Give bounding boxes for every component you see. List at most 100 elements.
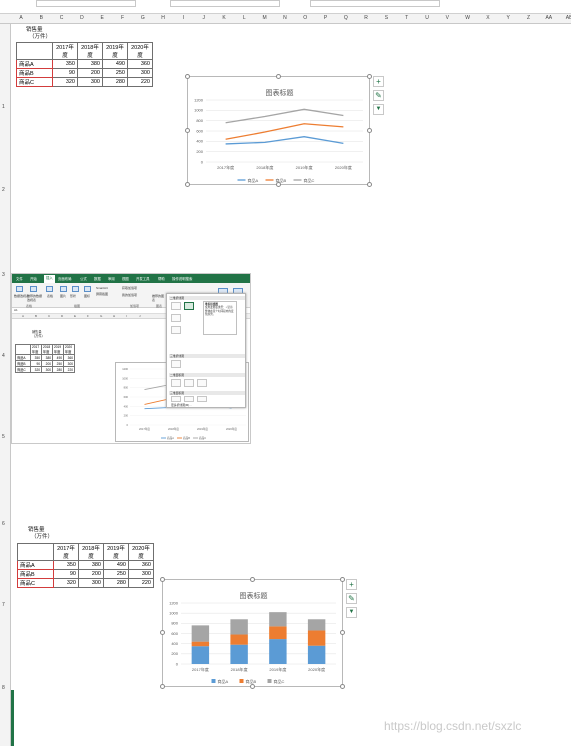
toolbar-field[interactable] bbox=[170, 0, 280, 7]
ribbon-tab[interactable]: 数据 bbox=[94, 276, 101, 281]
column-header[interactable]: 2018年度 bbox=[78, 543, 104, 561]
stacked-bar-chart-frame[interactable]: 图表标题 0 200 400 600 800 1000 1200 2017年度 2018年度 201… bbox=[162, 579, 343, 687]
column-letter[interactable]: Q bbox=[336, 15, 356, 21]
row-number[interactable]: 2 bbox=[2, 187, 5, 193]
table-cell[interactable]: 360 bbox=[128, 560, 154, 570]
shapes-icon[interactable] bbox=[72, 286, 79, 292]
resize-handle[interactable] bbox=[367, 74, 372, 79]
ribbon-tab[interactable]: 文件 bbox=[16, 276, 23, 281]
table-icon[interactable] bbox=[46, 286, 53, 292]
resize-handle[interactable] bbox=[160, 630, 165, 635]
mini-column-header-cell[interactable]: 2019年度 bbox=[52, 344, 64, 355]
row-number[interactable]: 6 bbox=[2, 521, 5, 527]
line-chart-frame[interactable]: 图表标题 0 200 400 600 800 1000 1200 2017年度 2018年度 201… bbox=[187, 76, 370, 185]
column-letter[interactable]: S bbox=[376, 15, 396, 21]
column-letter[interactable]: W bbox=[458, 15, 478, 21]
column-letter[interactable]: F bbox=[113, 15, 133, 21]
table-cell[interactable]: 90 bbox=[52, 68, 78, 78]
3d-stacked-area-option[interactable] bbox=[184, 396, 194, 402]
resize-handle[interactable] bbox=[340, 577, 345, 582]
table-corner-cell[interactable] bbox=[16, 42, 53, 60]
row-label[interactable]: 商品B bbox=[17, 569, 54, 579]
row-label[interactable]: 商品A bbox=[17, 560, 54, 570]
column-letter[interactable]: B bbox=[31, 15, 51, 21]
recommended-charts-button[interactable]: 推荐的图表 bbox=[152, 294, 166, 302]
table-cell[interactable]: 200 bbox=[78, 569, 104, 579]
table-cell[interactable]: 280 bbox=[102, 77, 128, 87]
resize-handle[interactable] bbox=[340, 684, 345, 689]
table-button[interactable]: 表格 bbox=[47, 294, 53, 298]
ribbon-tab[interactable]: 视图 bbox=[122, 276, 129, 281]
table-cell[interactable]: 380 bbox=[78, 560, 104, 570]
3d-percent-area-option[interactable] bbox=[197, 396, 207, 402]
table-cell[interactable]: 300 bbox=[128, 569, 154, 579]
screenshot-button[interactable]: 屏幕截图 bbox=[96, 292, 108, 296]
column-letter[interactable]: R bbox=[356, 15, 376, 21]
shapes-button[interactable]: 形状 bbox=[70, 294, 76, 298]
get-addins-button[interactable]: 获取加载项 bbox=[122, 286, 137, 290]
row-number[interactable]: 3 bbox=[2, 272, 5, 278]
mini-corner-cell[interactable] bbox=[15, 344, 31, 355]
chart-filter-icon[interactable]: ▼ bbox=[373, 104, 384, 115]
recommended-pivot-button[interactable]: 推荐的数据透视表 bbox=[27, 294, 44, 302]
column-header[interactable]: 2017年度 bbox=[53, 543, 79, 561]
column-letter[interactable]: J bbox=[194, 15, 214, 21]
table-cell[interactable]: 220 bbox=[128, 578, 154, 588]
mini-cell[interactable]: 320 bbox=[30, 366, 42, 373]
mini-cell[interactable]: 220 bbox=[63, 366, 75, 373]
ribbon-tab[interactable]: 操作说明搜索 bbox=[172, 276, 192, 281]
table-cell[interactable]: 250 bbox=[103, 569, 129, 579]
column-letter[interactable]: M bbox=[255, 15, 275, 21]
row-number[interactable]: 7 bbox=[2, 602, 5, 608]
column-letter[interactable]: T bbox=[397, 15, 417, 21]
table-cell[interactable]: 490 bbox=[103, 560, 129, 570]
row-label[interactable]: 商品C bbox=[17, 578, 54, 588]
icons-icon[interactable] bbox=[84, 286, 91, 292]
pivot-table-icon[interactable] bbox=[16, 286, 23, 292]
mini-column-header-cell[interactable]: 2020年度 bbox=[63, 344, 75, 355]
column-letter[interactable]: Y bbox=[498, 15, 518, 21]
table-cell[interactable]: 300 bbox=[127, 68, 153, 78]
mini-cell[interactable]: 280 bbox=[52, 366, 64, 373]
table-cell[interactable]: 300 bbox=[77, 77, 103, 87]
column-letter[interactable]: G bbox=[133, 15, 153, 21]
picture-button[interactable]: 图片 bbox=[60, 294, 66, 298]
ribbon-tab[interactable]: 审阅 bbox=[108, 276, 115, 281]
row-label[interactable]: 商品B bbox=[16, 68, 53, 78]
stacked-area-option[interactable] bbox=[184, 379, 194, 387]
table-cell[interactable]: 250 bbox=[102, 68, 128, 78]
stacked-line-chart-option[interactable] bbox=[184, 302, 194, 310]
table-cell[interactable]: 320 bbox=[53, 578, 79, 588]
resize-handle[interactable] bbox=[276, 74, 281, 79]
column-header[interactable]: 2020年度 bbox=[128, 543, 154, 561]
chart-elements-plus-icon[interactable]: + bbox=[373, 76, 384, 87]
name-box[interactable]: A1 bbox=[14, 308, 18, 312]
icons-button[interactable]: 图标 bbox=[84, 294, 90, 298]
mini-column-header-cell[interactable]: 2018年度 bbox=[41, 344, 53, 355]
picture-icon[interactable] bbox=[60, 286, 67, 292]
column-letter[interactable]: H bbox=[153, 15, 173, 21]
area-option[interactable] bbox=[171, 379, 181, 387]
column-letter[interactable]: N bbox=[275, 15, 295, 21]
column-letter[interactable]: A bbox=[11, 15, 31, 21]
resize-handle[interactable] bbox=[367, 128, 372, 133]
resize-handle[interactable] bbox=[250, 577, 255, 582]
resize-handle[interactable] bbox=[160, 684, 165, 689]
table-cell[interactable]: 380 bbox=[77, 59, 103, 69]
recommended-pivot-icon[interactable] bbox=[30, 286, 37, 292]
column-letter[interactable]: X bbox=[478, 15, 498, 21]
line-chart-option[interactable] bbox=[171, 302, 181, 310]
smartart-button[interactable]: SmartArt bbox=[96, 286, 108, 290]
resize-handle[interactable] bbox=[185, 74, 190, 79]
column-letter[interactable]: AA bbox=[539, 15, 559, 21]
column-letter[interactable]: E bbox=[92, 15, 112, 21]
column-header[interactable]: 2019年度 bbox=[103, 543, 129, 561]
column-header[interactable]: 2020年度 bbox=[127, 42, 153, 60]
column-header[interactable]: 2019年度 bbox=[102, 42, 128, 60]
resize-handle[interactable] bbox=[250, 684, 255, 689]
table-cell[interactable]: 320 bbox=[52, 77, 78, 87]
table-cell[interactable]: 350 bbox=[52, 59, 78, 69]
ribbon-tab[interactable]: 帮助 bbox=[158, 276, 165, 281]
column-letter[interactable]: L bbox=[234, 15, 254, 21]
percent-area-option[interactable] bbox=[197, 379, 207, 387]
